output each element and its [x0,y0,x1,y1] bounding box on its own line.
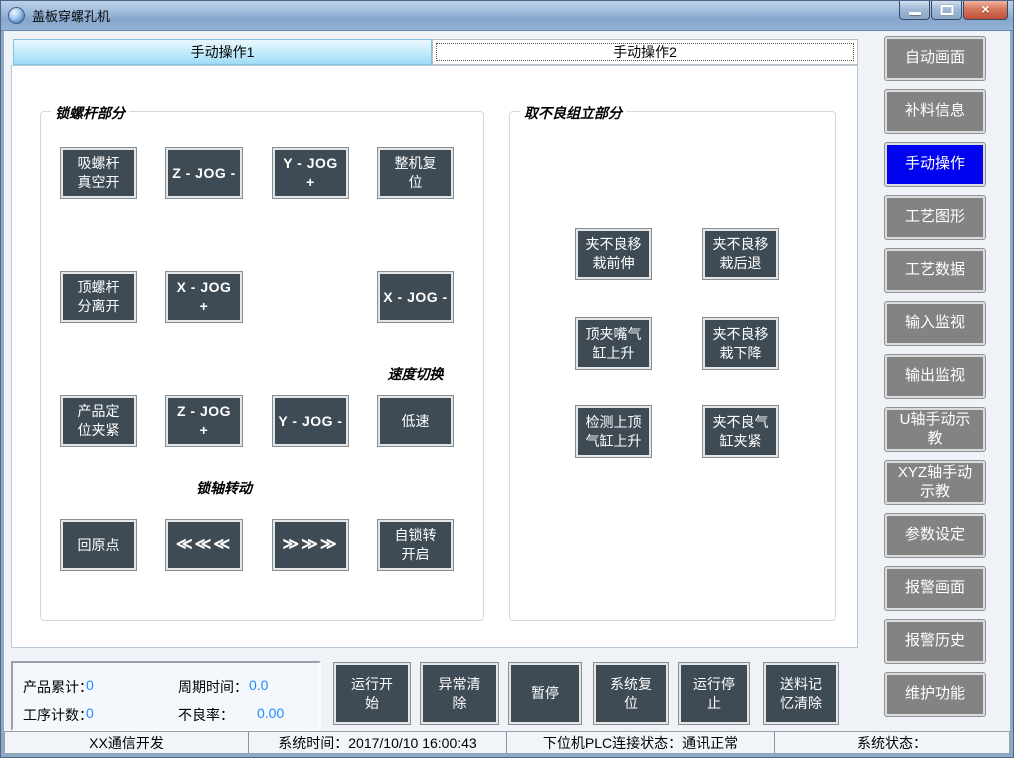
sidebar-item-xyz-axis-teach[interactable]: XYZ轴手动 示教 [885,461,985,504]
cycle-time-label: 周期时间： [178,677,248,697]
product-position-clamp-button[interactable]: 产品定 位夹紧 [61,396,136,446]
process-count-label: 工序计数： [23,705,93,725]
x-jog-plus-button[interactable]: X - JOG + [166,272,242,322]
cycle-time-value: 0.0 [249,677,268,693]
product-total-label: 产品累计： [23,677,93,697]
app-window: 盖板穿螺孔机 × 手动操作1 手动操作2 锁螺杆部分 吸螺杆 真空开 Z - J… [0,0,1014,758]
defect-transfer-forward-button[interactable]: 夹不良移 栽前伸 [576,229,651,279]
z-jog-minus-button[interactable]: Z - JOG - [166,148,242,198]
sidebar-item-input-monitor[interactable]: 输入监视 [885,302,985,345]
sidebar-item-auto-screen[interactable]: 自动画面 [885,37,985,80]
run-stop-button[interactable]: 运行停 止 [679,663,749,724]
sidebar-item-alarm-screen[interactable]: 报警画面 [885,567,985,610]
close-button[interactable]: × [963,1,1008,20]
title-bar: 盖板穿螺孔机 [1,1,1013,31]
status-system-state: 系统状态： [775,732,1009,753]
sidebar-item-alarm-history[interactable]: 报警历史 [885,620,985,663]
feed-memory-clear-button[interactable]: 送料记 忆清除 [764,663,838,724]
defect-cylinder-clamp-button[interactable]: 夹不良气 缸夹紧 [703,406,778,457]
minimize-button[interactable] [899,1,930,20]
y-jog-minus-button[interactable]: Y - JOG - [273,396,348,446]
screw-vacuum-on-button[interactable]: 吸螺杆 真空开 [61,148,136,198]
process-count-value: 0 [86,705,94,721]
sidebar-item-process-data[interactable]: 工艺数据 [885,249,985,292]
tab-label: 手动操作2 [613,42,677,62]
screw-eject-separate-button[interactable]: 顶螺杆 分离开 [61,272,136,322]
top-clamp-nozzle-cylinder-up-button[interactable]: 顶夹嘴气 缸上升 [576,318,651,369]
defect-rate-value: 0.00 [257,705,284,721]
tab-label: 手动操作1 [191,42,255,62]
status-plc-connection: 下位机PLC连接状态：通讯正常 [507,732,775,753]
x-jog-minus-button[interactable]: X - JOG - [378,272,453,322]
low-speed-button[interactable]: 低速 [378,396,453,446]
defect-transfer-down-button[interactable]: 夹不良移 栽下降 [703,318,778,369]
window-title: 盖板穿螺孔机 [32,6,110,25]
defect-rate-label: 不良率： [178,705,234,725]
window-controls: × [898,1,1008,20]
y-jog-plus-button[interactable]: Y - JOG + [273,148,348,198]
error-clear-button[interactable]: 异常清 除 [421,663,498,724]
sidebar-item-u-axis-teach[interactable]: U轴手动示 教 [885,408,985,451]
system-reset-button[interactable]: 系统复 位 [594,663,668,724]
lock-axis-rotation-label: 锁轴转动 [154,478,294,498]
production-counter-panel: 产品累计： 0 周期时间： 0.0 工序计数： 0 不良率： 0.00 [11,661,321,731]
rotate-left-button[interactable]: ≪≪≪ [166,520,242,570]
group-title: 取不良组立部分 [520,103,626,123]
close-icon: × [964,1,1007,19]
tab-manual-operation-2[interactable]: 手动操作2 [432,39,858,65]
status-system-time: 系统时间：2017/10/10 16:00:43 [249,732,507,753]
self-lock-rotate-on-button[interactable]: 自锁转 开启 [378,520,453,570]
status-developer: XX通信开发 [5,732,249,753]
sidebar-item-output-monitor[interactable]: 输出监视 [885,355,985,398]
product-total-value: 0 [86,677,94,693]
defect-transfer-back-button[interactable]: 夹不良移 栽后退 [703,229,778,279]
sidebar-item-process-graphic[interactable]: 工艺图形 [885,196,985,239]
tab-manual-operation-1[interactable]: 手动操作1 [13,39,432,65]
app-icon [8,7,25,24]
maximize-icon [940,5,953,15]
sidebar-item-manual-operation[interactable]: 手动操作 [885,143,985,186]
detect-top-cylinder-up-button[interactable]: 检测上顶 气缸上升 [576,406,651,457]
rotate-right-button[interactable]: ≫≫≫ [273,520,348,570]
speed-switch-label: 速度切换 [378,364,453,384]
maximize-button[interactable] [931,1,962,20]
sidebar-item-refill-info[interactable]: 补料信息 [885,90,985,133]
run-start-button[interactable]: 运行开 始 [334,663,410,724]
status-bar: XX通信开发 系统时间：2017/10/10 16:00:43 下位机PLC连接… [4,731,1010,754]
sidebar-item-maintenance[interactable]: 维护功能 [885,673,985,716]
minimize-icon [909,12,921,15]
home-origin-button[interactable]: 回原点 [61,520,136,570]
z-jog-plus-button[interactable]: Z - JOG + [166,396,242,446]
group-defective-assembly-section: 取不良组立部分 [509,111,836,621]
group-title: 锁螺杆部分 [51,103,129,123]
machine-reset-button[interactable]: 整机复 位 [378,148,453,198]
pause-button[interactable]: 暂停 [509,663,581,724]
sidebar-item-parameter-setting[interactable]: 参数设定 [885,514,985,557]
